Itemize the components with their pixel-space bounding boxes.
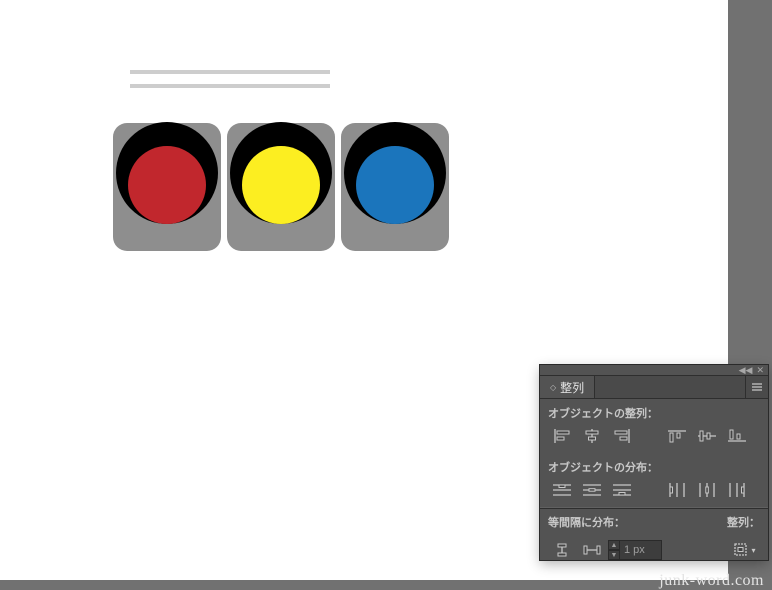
align-to-dropdown[interactable]: ▾: [730, 539, 760, 561]
distribute-hcenter-button[interactable]: [693, 479, 720, 501]
align-left-button[interactable]: [548, 425, 575, 447]
preview-line: [130, 70, 330, 74]
align-section-label: オブジェクトの整列：: [540, 399, 768, 421]
preview-line: [130, 84, 330, 88]
distribute-row: [540, 475, 768, 507]
collapse-icon[interactable]: ◀◀: [739, 366, 753, 375]
distribute-section-label: オブジェクトの分布：: [540, 453, 768, 475]
alignto-label: 整列：: [727, 514, 760, 530]
watermark-text: junk-word.com: [659, 572, 764, 590]
close-icon[interactable]: ✕: [756, 366, 764, 375]
signal-bulb-red: [128, 146, 206, 224]
panel-grip[interactable]: ◀◀ ✕: [540, 365, 768, 376]
chevron-down-icon: ▾: [751, 546, 755, 555]
spacing-value[interactable]: 1 px: [620, 540, 662, 560]
tab-align-label: 整列: [560, 379, 584, 396]
distribute-hspacing-button[interactable]: [578, 539, 605, 561]
align-bottom-button[interactable]: [723, 425, 750, 447]
signal-bulb-yellow: [242, 146, 320, 224]
panel-tabbar: ◇ 整列: [540, 376, 768, 399]
align-row: [540, 421, 768, 453]
signal-bulb-blue: [356, 146, 434, 224]
signal-blue-housing[interactable]: [341, 123, 449, 251]
stepper-up-icon[interactable]: ▲: [608, 540, 620, 550]
spacing-header: 等間隔に分布： 整列：: [540, 509, 768, 535]
signal-red-housing[interactable]: [113, 123, 221, 251]
align-panel: ◀◀ ✕ ◇ 整列 オブジェクトの整列： オブジェクトの分: [540, 365, 768, 560]
distribute-vspacing-button[interactable]: [548, 539, 575, 561]
signal-yellow-housing[interactable]: [227, 123, 335, 251]
spacing-label: 等間隔に分布：: [548, 514, 625, 530]
spacing-value-field[interactable]: ▲ ▼ 1 px: [608, 540, 662, 560]
distribute-vcenter-button[interactable]: [578, 479, 605, 501]
spacing-row: ▲ ▼ 1 px ▾: [540, 535, 768, 569]
distribute-top-button[interactable]: [548, 479, 575, 501]
stepper-down-icon[interactable]: ▼: [608, 550, 620, 560]
distribute-right-button[interactable]: [723, 479, 750, 501]
align-hcenter-button[interactable]: [578, 425, 605, 447]
distribute-left-button[interactable]: [663, 479, 690, 501]
align-vcenter-button[interactable]: [693, 425, 720, 447]
tab-expand-icon: ◇: [550, 383, 556, 392]
distribute-bottom-button[interactable]: [608, 479, 635, 501]
panel-flyout-menu[interactable]: [745, 376, 768, 398]
align-top-button[interactable]: [663, 425, 690, 447]
align-right-button[interactable]: [608, 425, 635, 447]
tab-align[interactable]: ◇ 整列: [540, 376, 595, 398]
